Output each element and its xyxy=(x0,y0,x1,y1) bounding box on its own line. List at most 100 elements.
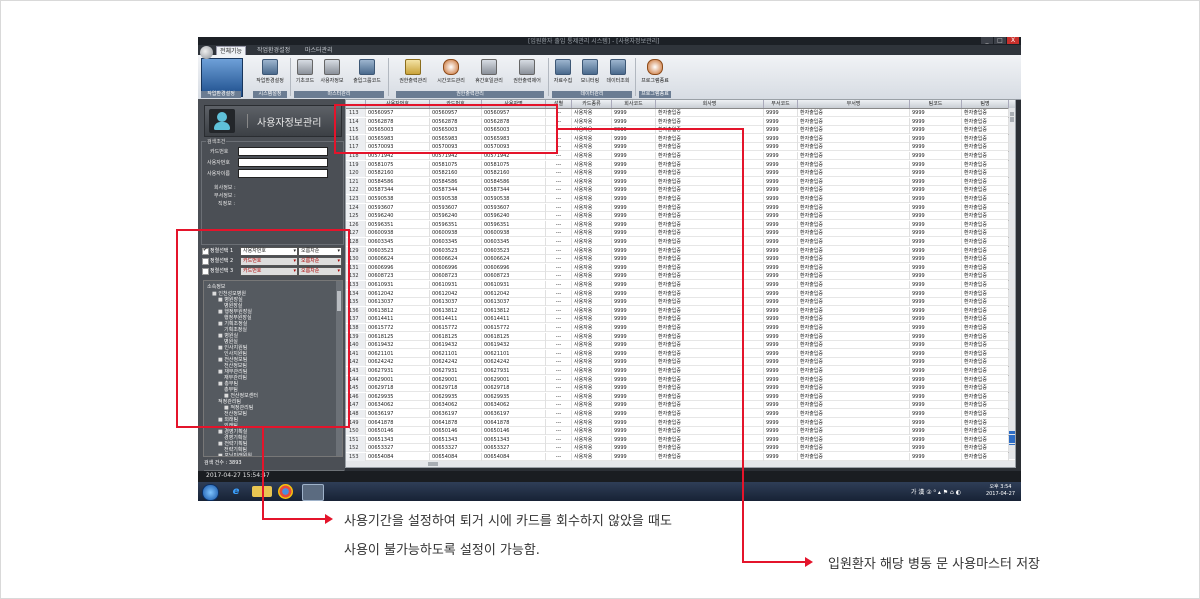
table-row[interactable]: 146 00629935 00629935 00629935 --- 사용자용 9999 환자… xyxy=(346,392,1015,401)
system-tray[interactable]: 가 漢 ② ⁰ ▴ ⚑ ⌂ ◐ xyxy=(911,487,961,496)
tree-node[interactable]: 포닝미래위원 xyxy=(218,453,252,456)
table-row[interactable]: 132 00608723 00608723 00608723 --- 사용자용 9999 환자… xyxy=(346,272,1015,281)
table-row[interactable]: 137 00614411 00614411 00614411 --- 사용자용 9999 환자… xyxy=(346,315,1015,324)
table-row[interactable]: 120 00582160 00582160 00582160 --- 사용자용 9999 환자… xyxy=(346,169,1015,178)
table-row[interactable]: 140 00619432 00619432 00619432 --- 사용자용 9999 환자… xyxy=(346,341,1015,350)
table-cell: 환자출입증 xyxy=(656,195,764,203)
table-row[interactable]: 134 00612042 00612042 00612042 --- 사용자용 9999 환자… xyxy=(346,289,1015,298)
table-cell: 9999 xyxy=(764,306,798,315)
data-collect-button[interactable]: 자료수집 xyxy=(552,59,574,84)
permission-control-button[interactable]: 권한출력제어 xyxy=(510,59,544,84)
table-row[interactable]: 125 00596240 00596240 00596240 --- 사용자용 9999 환자… xyxy=(346,212,1015,221)
table-row[interactable]: 136 00613812 00613812 00613812 --- 사용자용 9999 환자… xyxy=(346,306,1015,315)
table-cell: 151 xyxy=(346,435,366,444)
table-row[interactable]: 142 00624242 00624242 00624242 --- 사용자용 9999 환자… xyxy=(346,358,1015,367)
table-row[interactable]: 124 00593607 00593607 00593607 --- 사용자용 9999 환자… xyxy=(346,203,1015,212)
column-header[interactable]: 회사코드 xyxy=(612,100,656,108)
taskbar-clock[interactable]: 오후 3:54 2017-04-27 xyxy=(986,484,1015,498)
windows-start-icon[interactable] xyxy=(202,484,219,501)
user-info-button[interactable]: 사용자정보 xyxy=(318,59,346,84)
chrome-icon[interactable] xyxy=(278,484,293,499)
table-cell: 환자출입증 xyxy=(798,212,910,221)
tab-work-settings[interactable]: 작업환경설정 xyxy=(254,46,293,55)
column-header[interactable]: 부서코드 xyxy=(764,100,798,108)
column-header[interactable]: 팀코드 xyxy=(910,100,962,108)
table-cell: 120 xyxy=(346,169,366,178)
base-code-button[interactable]: 기초코드 xyxy=(294,59,316,84)
user-name-input[interactable] xyxy=(238,169,328,178)
table-row[interactable]: 139 00618125 00618125 00618125 --- 사용자용 9999 환자… xyxy=(346,332,1015,341)
table-row[interactable]: 123 00590538 00590538 00590538 --- 사용자용 9999 환자… xyxy=(346,195,1015,203)
time-code-button[interactable]: 시간코드관리 xyxy=(434,59,468,84)
card-number-input[interactable] xyxy=(238,147,328,156)
table-row[interactable]: 135 00613037 00613037 00613037 --- 사용자용 9999 환자… xyxy=(346,298,1015,307)
holiday-button[interactable]: 휴간호일관리 xyxy=(472,59,506,84)
table-cell: 환자출입증 xyxy=(656,298,764,307)
user-grid[interactable]: 사용자번호 카드번호 사용자명 성별 카드종류 회사코드 회사명 부서코드 부서명 팀코드 팀명 1… xyxy=(345,99,1016,468)
table-cell: 00634062 xyxy=(482,401,546,410)
table-row[interactable]: 143 00627931 00627931 00627931 --- 사용자용 9999 환자… xyxy=(346,367,1015,375)
ie-icon[interactable]: e xyxy=(226,484,246,499)
data-query-button[interactable]: 데이터조회 xyxy=(604,59,632,84)
table-row[interactable]: 149 00641878 00641878 00641878 --- 사용자용 9999 환자… xyxy=(346,418,1015,427)
table-row[interactable]: 148 00636197 00636197 00636197 --- 사용자용 9999 환자… xyxy=(346,410,1015,418)
table-cell: 9999 xyxy=(764,255,798,264)
table-cell: 9999 xyxy=(612,177,656,186)
access-group-button[interactable]: 출입그룹코드 xyxy=(350,59,384,84)
table-row[interactable]: 122 00587344 00587344 00587344 --- 사용자용 9999 환자… xyxy=(346,186,1015,195)
work-settings-button[interactable]: 작업환경설정 xyxy=(253,59,287,84)
maximize-button[interactable]: □ xyxy=(994,37,1006,44)
column-header[interactable]: 회사명 xyxy=(656,100,764,108)
table-row[interactable]: 133 00610931 00610931 00610931 --- 사용자용 9999 환자… xyxy=(346,281,1015,289)
table-row[interactable]: 130 00606624 00606624 00606624 --- 사용자용 9999 환자… xyxy=(346,255,1015,264)
table-cell: 환자출입증 xyxy=(656,160,764,169)
table-row[interactable]: 141 00621101 00621101 00621101 --- 사용자용 9999 환자… xyxy=(346,349,1015,358)
table-cell: 00641878 xyxy=(366,418,430,427)
table-cell: 00651343 xyxy=(430,435,482,444)
table-row[interactable]: 129 00603523 00603523 00603523 --- 사용자용 9999 환자… xyxy=(346,246,1015,255)
table-cell: 00618125 xyxy=(366,332,430,341)
table-row[interactable]: 127 00600938 00600938 00600938 --- 사용자용 9999 환자… xyxy=(346,229,1015,238)
table-cell: 00603345 xyxy=(366,238,430,246)
table-row[interactable]: 153 00654084 00654084 00654084 --- 사용자용 9999 환자… xyxy=(346,453,1015,461)
table-cell: 9999 xyxy=(764,203,798,212)
column-header[interactable]: 부서명 xyxy=(798,100,910,108)
user-number-input[interactable] xyxy=(238,158,328,167)
column-header[interactable]: 팀명 xyxy=(962,100,1009,108)
table-row[interactable]: 151 00651343 00651343 00651343 --- 사용자용 9999 환자… xyxy=(346,435,1015,444)
table-row[interactable]: 150 00650146 00650146 00650146 --- 사용자용 9999 환자… xyxy=(346,427,1015,436)
table-row[interactable]: 121 00584586 00584586 00584586 --- 사용자용 9999 환자… xyxy=(346,177,1015,186)
connector-line-left xyxy=(262,428,264,519)
table-cell: 환자출입증 xyxy=(656,109,764,117)
minimize-button[interactable]: _ xyxy=(981,37,993,44)
table-row[interactable]: 131 00606996 00606996 00606996 --- 사용자용 9999 환자… xyxy=(346,263,1015,272)
table-row[interactable]: 119 00581075 00581075 00581075 --- 사용자용 9999 환자… xyxy=(346,160,1015,169)
table-cell: 환자출입증 xyxy=(798,358,910,367)
connector-line-left-h xyxy=(262,518,326,520)
table-row[interactable]: 147 00634062 00634062 00634062 --- 사용자용 9999 환자… xyxy=(346,401,1015,410)
permission-output-button[interactable]: 권한출력관리 xyxy=(396,59,430,84)
table-row[interactable]: 128 00603345 00603345 00603345 --- 사용자용 9999 환자… xyxy=(346,238,1015,246)
right-note: 입원환자 해당 병동 문 사용마스터 저장 xyxy=(828,557,1041,572)
table-cell: 9999 xyxy=(764,281,798,289)
table-cell: 00629935 xyxy=(430,392,482,401)
app-orb-icon[interactable] xyxy=(200,46,213,59)
monitoring-button[interactable]: 모니터링 xyxy=(578,59,602,84)
tab-master[interactable]: 마스터관리 xyxy=(302,46,336,55)
column-header[interactable]: 카드종류 xyxy=(572,100,612,108)
table-row[interactable]: 144 00629001 00629001 00629001 --- 사용자용 9999 환자… xyxy=(346,375,1015,384)
table-row[interactable]: 145 00629718 00629718 00629718 --- 사용자용 9999 환자… xyxy=(346,384,1015,393)
table-cell: 환자출입증 xyxy=(798,177,910,186)
table-cell: 환자출입증 xyxy=(962,229,1009,238)
table-cell: 00636197 xyxy=(366,410,430,418)
table-row[interactable]: 138 00615772 00615772 00615772 --- 사용자용 9999 환자… xyxy=(346,324,1015,332)
table-row[interactable]: 152 00653327 00653327 00653327 --- 사용자용 9999 환자… xyxy=(346,444,1015,453)
table-cell: 환자출입증 xyxy=(798,332,910,341)
close-button[interactable]: X xyxy=(1007,37,1019,44)
app-taskbar-icon[interactable] xyxy=(302,484,324,501)
grid-horizontal-scrollbar[interactable] xyxy=(346,460,1015,467)
table-cell: 00603523 xyxy=(366,246,430,255)
table-row[interactable]: 126 00596351 00596351 00596351 --- 사용자용 9999 환자… xyxy=(346,220,1015,229)
group-label: 프로그램종료 xyxy=(639,91,671,98)
exit-program-button[interactable]: 프로그램종료 xyxy=(639,59,671,84)
